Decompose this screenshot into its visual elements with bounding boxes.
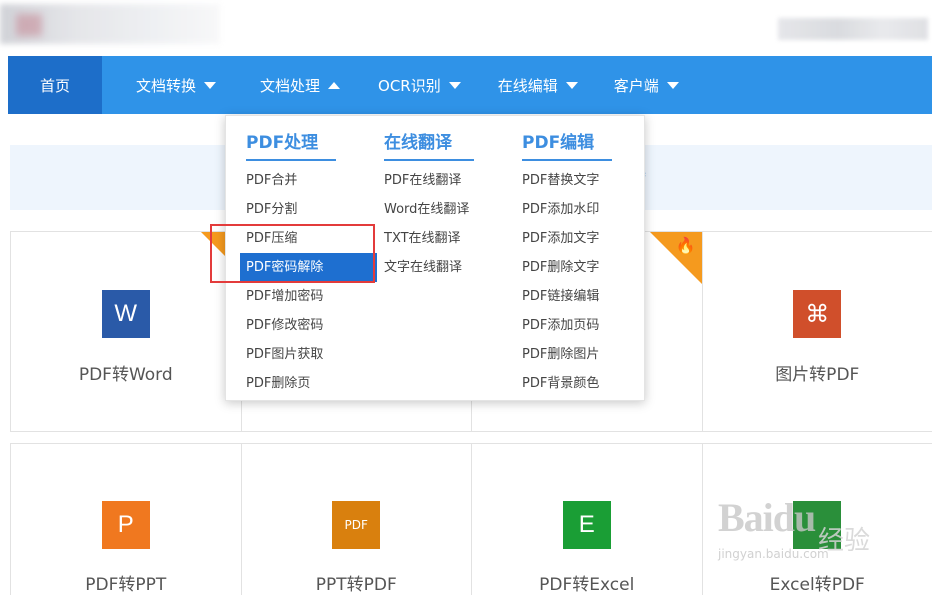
- menu-item-pdf-translate[interactable]: PDF在线翻译: [384, 166, 474, 195]
- watermark-url: jingyan.baidu.com: [718, 547, 829, 561]
- tool-label: PDF转Word: [78, 365, 173, 385]
- menu-item-pdf-background-color[interactable]: PDF背景颜色: [522, 369, 612, 398]
- menu-item-pdf-add-page-numbers[interactable]: PDF添加页码: [522, 311, 612, 340]
- flame-icon: 🔥: [675, 236, 696, 255]
- menu-column-title: PDF处理: [246, 128, 336, 161]
- menu-item-pdf-add-watermark[interactable]: PDF添加水印: [522, 195, 612, 224]
- nav-client-label: 客户端: [613, 76, 659, 95]
- top-header: [0, 0, 932, 56]
- tool-card-pdf-to-excel[interactable]: E PDF转Excel: [471, 443, 703, 595]
- menu-item-pdf-link-edit[interactable]: PDF链接编辑: [522, 282, 612, 311]
- caret-down-icon: [666, 81, 679, 89]
- pdf-icon-glyph: ⌘: [805, 300, 830, 328]
- tool-label: PDF转Excel: [539, 575, 635, 595]
- menu-item-pdf-replace-text[interactable]: PDF替换文字: [522, 166, 612, 195]
- nav-ocr-label: OCR识别: [378, 76, 441, 95]
- menu-item-pdf-add-password[interactable]: PDF增加密码: [246, 282, 377, 311]
- tool-card-pdf-to-ppt[interactable]: P PDF转PPT: [10, 443, 242, 595]
- menu-column-items: PDF替换文字 PDF添加水印 PDF添加文字 PDF删除文字 PDF链接编辑 …: [522, 166, 612, 398]
- menu-item-pdf-delete-pages[interactable]: PDF删除页: [246, 369, 377, 398]
- nav-online-edit-label: 在线编辑: [497, 76, 558, 95]
- pdf-icon: ⌘: [793, 290, 842, 338]
- menu-item-pdf-unlock[interactable]: PDF密码解除: [240, 253, 377, 282]
- caret-down-icon: [448, 81, 461, 89]
- menu-column-pdf-process: PDF处理 PDF合并 PDF分割 PDF压缩 PDF密码解除 PDF增加密码 …: [240, 128, 377, 398]
- nav-online-edit[interactable]: 在线编辑: [498, 56, 578, 114]
- nav-home[interactable]: 首页: [8, 56, 102, 114]
- menu-item-pdf-merge[interactable]: PDF合并: [246, 166, 377, 195]
- blurred-logo-mark: [16, 14, 42, 36]
- menu-item-text-translate[interactable]: 文字在线翻译: [384, 253, 474, 282]
- caret-up-icon: [328, 81, 341, 89]
- menu-column-online-translate: 在线翻译 PDF在线翻译 Word在线翻译 TXT在线翻译 文字在线翻译: [384, 128, 474, 282]
- menu-item-pdf-extract-images[interactable]: PDF图片获取: [246, 340, 377, 369]
- excel-icon: E: [562, 501, 611, 549]
- menu-item-pdf-add-text[interactable]: PDF添加文字: [522, 224, 612, 253]
- word-icon: W: [101, 290, 150, 338]
- menu-column-items: PDF合并 PDF分割 PDF压缩 PDF密码解除 PDF增加密码 PDF修改密…: [240, 166, 377, 398]
- tool-label: 图片转PDF: [775, 365, 860, 385]
- main-nav: 首页 文档转换 文档处理 OCR识别 在线编辑 客户端: [8, 56, 932, 114]
- tool-label: Excel转PDF: [769, 575, 865, 595]
- nav-ocr[interactable]: OCR识别: [378, 56, 461, 114]
- doc-process-dropdown: PDF处理 PDF合并 PDF分割 PDF压缩 PDF密码解除 PDF增加密码 …: [225, 115, 645, 401]
- nav-doc-process[interactable]: 文档处理: [260, 56, 341, 114]
- tool-card-ppt-to-pdf[interactable]: PDF PPT转PDF: [240, 443, 472, 595]
- nav-doc-process-label: 文档处理: [260, 76, 321, 95]
- excel-icon-glyph: E: [578, 511, 595, 538]
- menu-item-pdf-delete-text[interactable]: PDF删除文字: [522, 253, 612, 282]
- menu-item-pdf-delete-images[interactable]: PDF删除图片: [522, 340, 612, 369]
- nav-doc-convert[interactable]: 文档转换: [136, 56, 217, 114]
- caret-down-icon: [204, 81, 217, 89]
- menu-column-title: PDF编辑: [522, 128, 612, 161]
- tool-label: PDF转PPT: [85, 575, 167, 595]
- menu-item-pdf-split[interactable]: PDF分割: [246, 195, 377, 224]
- nav-home-label: 首页: [39, 76, 70, 95]
- menu-column-pdf-edit: PDF编辑 PDF替换文字 PDF添加水印 PDF添加文字 PDF删除文字 PD…: [522, 128, 612, 398]
- ppt-pdf-icon-glyph: PDF: [344, 518, 368, 532]
- tool-card-image-to-pdf[interactable]: ⌘ 图片转PDF: [701, 231, 932, 432]
- blurred-user-area: [778, 18, 928, 40]
- watermark-brand: Baidu: [718, 495, 816, 540]
- ppt-icon-glyph: P: [117, 511, 134, 538]
- menu-item-pdf-change-password[interactable]: PDF修改密码: [246, 311, 377, 340]
- menu-column-items: PDF在线翻译 Word在线翻译 TXT在线翻译 文字在线翻译: [384, 166, 474, 282]
- menu-item-txt-translate[interactable]: TXT在线翻译: [384, 224, 474, 253]
- menu-column-title: 在线翻译: [384, 128, 474, 161]
- caret-down-icon: [565, 81, 578, 89]
- menu-item-word-translate[interactable]: Word在线翻译: [384, 195, 474, 224]
- tool-label: PPT转PDF: [315, 575, 397, 595]
- nav-doc-convert-label: 文档转换: [136, 76, 197, 95]
- nav-client[interactable]: 客户端: [614, 56, 679, 114]
- menu-item-pdf-compress[interactable]: PDF压缩: [246, 224, 377, 253]
- ppt-pdf-icon: PDF: [332, 501, 381, 549]
- ppt-icon: P: [101, 501, 150, 549]
- tool-card-pdf-to-word[interactable]: W PDF转Word: [10, 231, 242, 432]
- word-icon-glyph: W: [114, 300, 138, 327]
